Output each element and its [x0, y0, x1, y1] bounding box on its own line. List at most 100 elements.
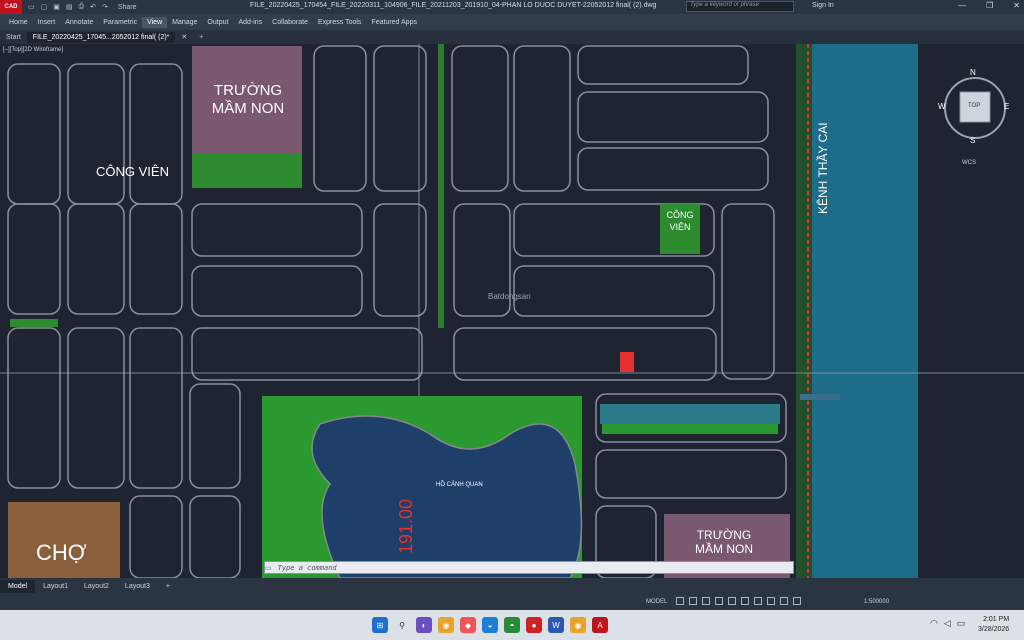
notification-app-icon[interactable]: ● — [526, 617, 542, 633]
median-strip — [438, 44, 444, 328]
chrome-icon[interactable]: ◉ — [438, 617, 454, 633]
copilot-icon[interactable]: ◐ — [416, 617, 432, 633]
layout-tabs: Model Layout1 Layout2 Layout3 + — [0, 578, 1024, 594]
green-strip-small — [10, 319, 58, 327]
app-logo[interactable]: CAD — [0, 0, 22, 14]
tab-model[interactable]: Model — [0, 579, 36, 593]
tab-annotate[interactable]: Annotate — [60, 17, 98, 28]
canal-label: KÊNH THẦY CAI — [816, 122, 830, 214]
tab-insert[interactable]: Insert — [33, 17, 61, 28]
status-bar: MODEL 1:500000 — [0, 594, 1024, 610]
search-icon[interactable]: ⚲ — [394, 617, 410, 633]
minimize-icon[interactable]: — — [958, 1, 966, 10]
otrack-icon[interactable] — [741, 597, 749, 605]
annotation-icon[interactable] — [793, 597, 801, 605]
close-tab-icon[interactable]: ✕ — [175, 31, 193, 43]
open-file-icon[interactable]: ▢ — [41, 3, 48, 11]
ortho-icon[interactable] — [702, 597, 710, 605]
drawing-viewport[interactable]: [–][Top][2D Wireframe] TRƯỜNG MẦM NON CÔ… — [0, 44, 1024, 578]
tab-layout2[interactable]: Layout2 — [76, 580, 117, 593]
grid-icon[interactable] — [676, 597, 684, 605]
selection-cycle-icon[interactable] — [780, 597, 788, 605]
polar-icon[interactable] — [715, 597, 723, 605]
chrome-profile-icon[interactable]: ◉ — [570, 617, 586, 633]
system-tray: ◠ ◁ ▭ — [930, 618, 965, 629]
lake-label: HỒ CẢNH QUAN — [436, 482, 483, 488]
tab-output[interactable]: Output — [202, 17, 233, 28]
tab-layout1[interactable]: Layout1 — [35, 580, 76, 593]
school-label-2-text: TRƯỜNG MẦM NON — [695, 528, 753, 556]
new-file-icon[interactable]: ▭ — [28, 3, 35, 11]
window-controls: — ❐ ✕ — [958, 1, 1020, 10]
redo-icon[interactable]: ↷ — [102, 3, 108, 11]
tab-home[interactable]: Home — [4, 17, 33, 28]
school-label-2: TRƯỜNG MẦM NON — [680, 528, 768, 556]
compass-east[interactable]: E — [1004, 102, 1009, 111]
park-label-1: CÔNG VIÊN — [96, 164, 169, 179]
tab-layout3[interactable]: Layout3 — [117, 580, 158, 593]
tab-featured-apps[interactable]: Featured Apps — [366, 17, 422, 28]
search-input[interactable]: Type a keyword or phrase — [686, 1, 794, 12]
autocad-icon[interactable]: A — [592, 617, 608, 633]
quick-access-toolbar: ▭ ▢ ▣ ▤ ⎙ ↶ ↷ — [28, 3, 108, 11]
wifi-icon[interactable]: ◠ — [930, 618, 938, 629]
clock[interactable]: 2:01 PM 3/28/2026 — [978, 615, 1009, 635]
snap-icon[interactable] — [689, 597, 697, 605]
title-bar: CAD ▭ ▢ ▣ ▤ ⎙ ↶ ↷ Share FILE_20220425_17… — [0, 0, 1024, 14]
annotation-scale[interactable]: 1:500000 — [864, 599, 889, 605]
command-icon: ▭ — [265, 564, 272, 572]
viewcube-top-face[interactable]: TOP — [968, 103, 980, 109]
battery-icon[interactable]: ▭ — [957, 618, 966, 629]
viewport-label[interactable]: [–][Top][2D Wireframe] — [3, 47, 63, 53]
file-tab[interactable]: FILE_20220425_17045...2052012 final( (2)… — [26, 31, 176, 43]
wcs-menu[interactable]: WCS — [962, 160, 976, 166]
save-as-icon[interactable]: ▤ — [66, 3, 73, 11]
taskbar-apps: ⊞ ⚲ ◐ ◉ ◆ ◒ ◓ ● W ◉ A — [372, 617, 608, 633]
ribbon-tabs: Home Insert Annotate Parametric View Man… — [0, 14, 1024, 30]
edge-icon[interactable]: ◒ — [482, 617, 498, 633]
tab-express-tools[interactable]: Express Tools — [313, 17, 366, 28]
tab-add-ins[interactable]: Add-ins — [233, 17, 267, 28]
tab-manage[interactable]: Manage — [167, 17, 202, 28]
restore-icon[interactable]: ❐ — [986, 1, 993, 10]
print-icon[interactable]: ⎙ — [79, 3, 85, 11]
canal-bank — [796, 44, 812, 578]
share-button[interactable]: Share — [118, 4, 137, 11]
park-label-2: CÔNG VIÊN — [660, 209, 700, 233]
start-tab[interactable]: Start — [0, 32, 27, 43]
dimension-label: 191.00 — [396, 498, 416, 554]
document-tabs: Start FILE_20220425_17045...2052012 fina… — [0, 30, 1024, 44]
lineweight-icon[interactable] — [754, 597, 762, 605]
close-icon[interactable]: ✕ — [1013, 1, 1020, 10]
school-label-1: TRƯỜNG MẦM NON — [200, 82, 296, 118]
park-label-2-text: CÔNG VIÊN — [666, 210, 694, 232]
model-space-toggle[interactable]: MODEL — [646, 599, 667, 605]
sign-in-button[interactable]: Sign In — [812, 2, 834, 9]
pond-strip — [600, 404, 780, 424]
canal-branch — [800, 394, 840, 400]
status-toggles — [676, 597, 801, 605]
compass-south[interactable]: S — [970, 136, 975, 145]
app-red-icon[interactable]: ◆ — [460, 617, 476, 633]
app-green-icon[interactable]: ◓ — [504, 617, 520, 633]
tab-parametric[interactable]: Parametric — [98, 17, 142, 28]
word-icon[interactable]: W — [548, 617, 564, 633]
undo-icon[interactable]: ↶ — [90, 3, 96, 11]
command-line[interactable]: ▭ Type a command — [264, 561, 794, 574]
transparency-icon[interactable] — [767, 597, 775, 605]
add-layout-icon[interactable]: + — [158, 580, 178, 593]
taskbar: ⊞ ⚲ ◐ ◉ ◆ ◒ ◓ ● W ◉ A ◠ ◁ ▭ 2:01 PM 3/28… — [0, 610, 1024, 640]
save-icon[interactable]: ▣ — [53, 3, 60, 11]
start-icon[interactable]: ⊞ — [372, 617, 388, 633]
tab-view[interactable]: View — [142, 16, 168, 28]
window-title: FILE_20220425_170454_FILE_20220311_10490… — [250, 2, 657, 9]
compass-north[interactable]: N — [970, 68, 976, 77]
site-plan-drawing — [0, 44, 1024, 578]
tab-collaborate[interactable]: Collaborate — [267, 17, 313, 28]
command-input[interactable]: Type a command — [272, 564, 337, 572]
volume-icon[interactable]: ◁ — [944, 618, 951, 629]
school-lot-1-green — [192, 154, 302, 188]
osnap-icon[interactable] — [728, 597, 736, 605]
compass-west[interactable]: W — [938, 102, 946, 111]
new-tab-icon[interactable]: + — [193, 32, 209, 43]
